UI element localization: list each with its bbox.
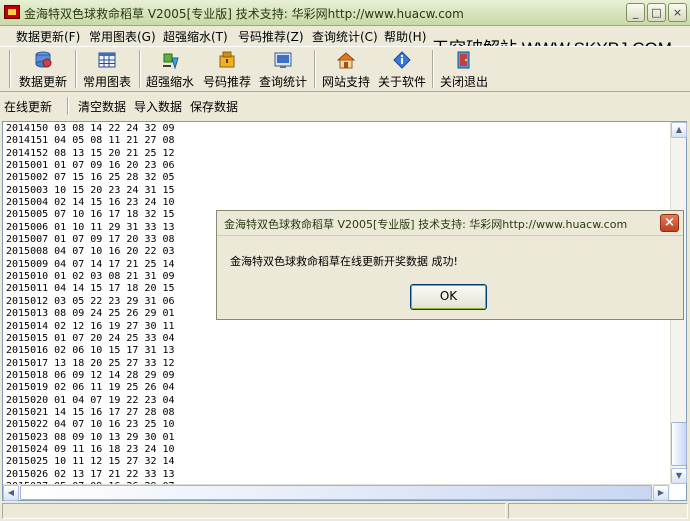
toolbar-separator xyxy=(75,50,77,88)
toolbar-query-label: 查询统计 xyxy=(258,75,307,89)
toolbar-shrink-button[interactable]: 超强缩水 xyxy=(142,49,198,91)
dialog-title-bar[interactable]: 金海特双色球救命稻草 V2005[专业版] 技术支持: 华彩网http://ww… xyxy=(217,211,683,236)
menu-data-update[interactable]: 数据更新(F) xyxy=(16,28,80,45)
info-icon xyxy=(393,51,411,69)
data-line: 2015025 10 11 12 15 27 32 14 xyxy=(6,456,175,468)
data-line: 2015016 02 06 10 15 17 31 13 xyxy=(6,345,175,357)
data-line: 2015019 02 06 11 19 25 26 04 xyxy=(6,382,175,394)
data-line: 2015023 08 09 10 13 29 30 01 xyxy=(6,431,175,443)
data-line: 2014150 03 08 14 22 24 32 09 xyxy=(6,123,175,134)
import-data-button[interactable]: 导入数据 xyxy=(134,98,182,115)
save-data-button[interactable]: 保存数据 xyxy=(190,98,238,115)
close-button[interactable]: × xyxy=(668,3,687,22)
menu-recommend[interactable]: 号码推荐(Z) xyxy=(238,28,304,45)
data-line: 2015004 02 14 15 16 23 24 10 xyxy=(6,197,175,209)
app-logo-icon xyxy=(4,5,20,19)
menu-charts[interactable]: 常用图表(G) xyxy=(89,28,156,45)
dialog-close-button[interactable]: × xyxy=(660,214,679,232)
toolbar-recommend-label: 号码推荐 xyxy=(202,75,251,89)
toolbar-shrink-label: 超强缩水 xyxy=(145,75,194,89)
minimize-button[interactable]: _ xyxy=(626,3,645,22)
clear-data-button[interactable]: 清空数据 xyxy=(78,98,126,115)
toolbar: 数据更新 常用图表 超强缩水 号码推荐 查询统计 网站支持 关于软件 关闭退出 xyxy=(0,46,690,92)
ok-button[interactable]: OK xyxy=(410,284,487,310)
toolbar-query-button[interactable]: 查询统计 xyxy=(255,49,311,91)
data-line: 2015017 13 18 20 25 27 33 12 xyxy=(6,357,175,369)
data-line: 2015002 07 15 16 25 28 32 05 xyxy=(6,172,175,184)
toolbar-charts-label: 常用图表 xyxy=(82,75,131,89)
toolbar-charts-button[interactable]: 常用图表 xyxy=(78,49,136,91)
data-update-icon xyxy=(34,51,52,69)
data-line: 2015022 04 07 10 16 23 25 10 xyxy=(6,419,175,431)
message-dialog: 金海特双色球救命稻草 V2005[专业版] 技术支持: 华彩网http://ww… xyxy=(216,210,684,320)
toolbar-exit-button[interactable]: 关闭退出 xyxy=(436,49,492,91)
sub-toolbar: 在线更新 清空数据 导入数据 保存数据 xyxy=(0,93,690,121)
window-title: 金海特双色球救命稻草 V2005[专业版] 技术支持: 华彩网http://ww… xyxy=(24,7,464,21)
data-line: 2015014 02 12 16 19 27 30 11 xyxy=(6,320,175,332)
toolbar-separator xyxy=(432,50,434,88)
menu-shrink[interactable]: 超强缩水(T) xyxy=(163,28,228,45)
scroll-right-button[interactable]: ▶ xyxy=(653,485,669,501)
toolbar-data-update-label: 数据更新 xyxy=(18,75,67,89)
data-line: 2015001 01 07 09 16 20 23 06 xyxy=(6,160,175,172)
status-panel xyxy=(2,503,506,519)
data-line: 2015026 02 13 17 21 22 33 13 xyxy=(6,468,175,480)
toolbar-data-update-button[interactable]: 数据更新 xyxy=(14,49,72,91)
toolbar-about-label: 关于软件 xyxy=(377,75,426,89)
sub-toolbar-separator xyxy=(67,97,69,115)
horizontal-scrollbar[interactable]: ◀ ▶ xyxy=(3,484,670,501)
data-line: 2015015 01 07 20 24 25 33 04 xyxy=(6,332,175,344)
toolbar-about-button[interactable]: 关于软件 xyxy=(374,49,430,91)
data-line: 2014152 08 13 15 20 21 25 12 xyxy=(6,147,175,159)
status-bar xyxy=(0,501,690,521)
status-panel xyxy=(508,503,688,519)
dialog-title: 金海特双色球救命稻草 V2005[专业版] 技术支持: 华彩网http://ww… xyxy=(224,218,628,231)
scroll-up-button[interactable]: ▲ xyxy=(671,122,687,138)
title-bar[interactable]: 金海特双色球救命稻草 V2005[专业版] 技术支持: 华彩网http://ww… xyxy=(0,0,690,26)
recommend-icon xyxy=(218,51,236,69)
toolbar-exit-label: 关闭退出 xyxy=(439,75,488,89)
menu-help[interactable]: 帮助(H) xyxy=(384,28,426,45)
data-line: 2015021 14 15 16 17 27 28 08 xyxy=(6,406,175,418)
scroll-down-button[interactable]: ▼ xyxy=(671,468,687,484)
online-update-button[interactable]: 在线更新 xyxy=(4,98,52,115)
home-icon xyxy=(336,51,356,69)
chart-icon xyxy=(98,51,116,69)
dialog-message: 金海特双色球救命稻草在线更新开奖数据 成功! xyxy=(230,255,458,268)
data-line: 2015024 09 11 16 18 23 24 10 xyxy=(6,443,175,455)
exit-icon xyxy=(455,51,473,69)
data-line: 2015003 10 15 20 23 24 31 15 xyxy=(6,184,175,196)
toolbar-website-button[interactable]: 网站支持 xyxy=(318,49,374,91)
maximize-button[interactable]: □ xyxy=(647,3,666,22)
main-window: 金海特双色球救命稻草 V2005[专业版] 技术支持: 华彩网http://ww… xyxy=(0,0,690,521)
toolbar-website-label: 网站支持 xyxy=(321,75,370,89)
menu-query[interactable]: 查询统计(C) xyxy=(312,28,378,45)
vertical-scroll-thumb[interactable] xyxy=(671,422,687,466)
data-line: 2015020 01 04 07 19 22 23 04 xyxy=(6,394,175,406)
toolbar-recommend-button[interactable]: 号码推荐 xyxy=(199,49,255,91)
toolbar-separator xyxy=(139,50,141,88)
shrink-icon xyxy=(161,51,179,70)
query-icon xyxy=(274,51,292,69)
toolbar-separator xyxy=(314,50,316,88)
scroll-left-button[interactable]: ◀ xyxy=(3,485,19,501)
data-line: 2014151 04 05 08 11 21 27 08 xyxy=(6,135,175,147)
data-line: 2015018 06 09 12 14 28 29 09 xyxy=(6,369,175,381)
horizontal-scroll-thumb[interactable] xyxy=(20,485,652,500)
toolbar-separator xyxy=(9,50,11,88)
